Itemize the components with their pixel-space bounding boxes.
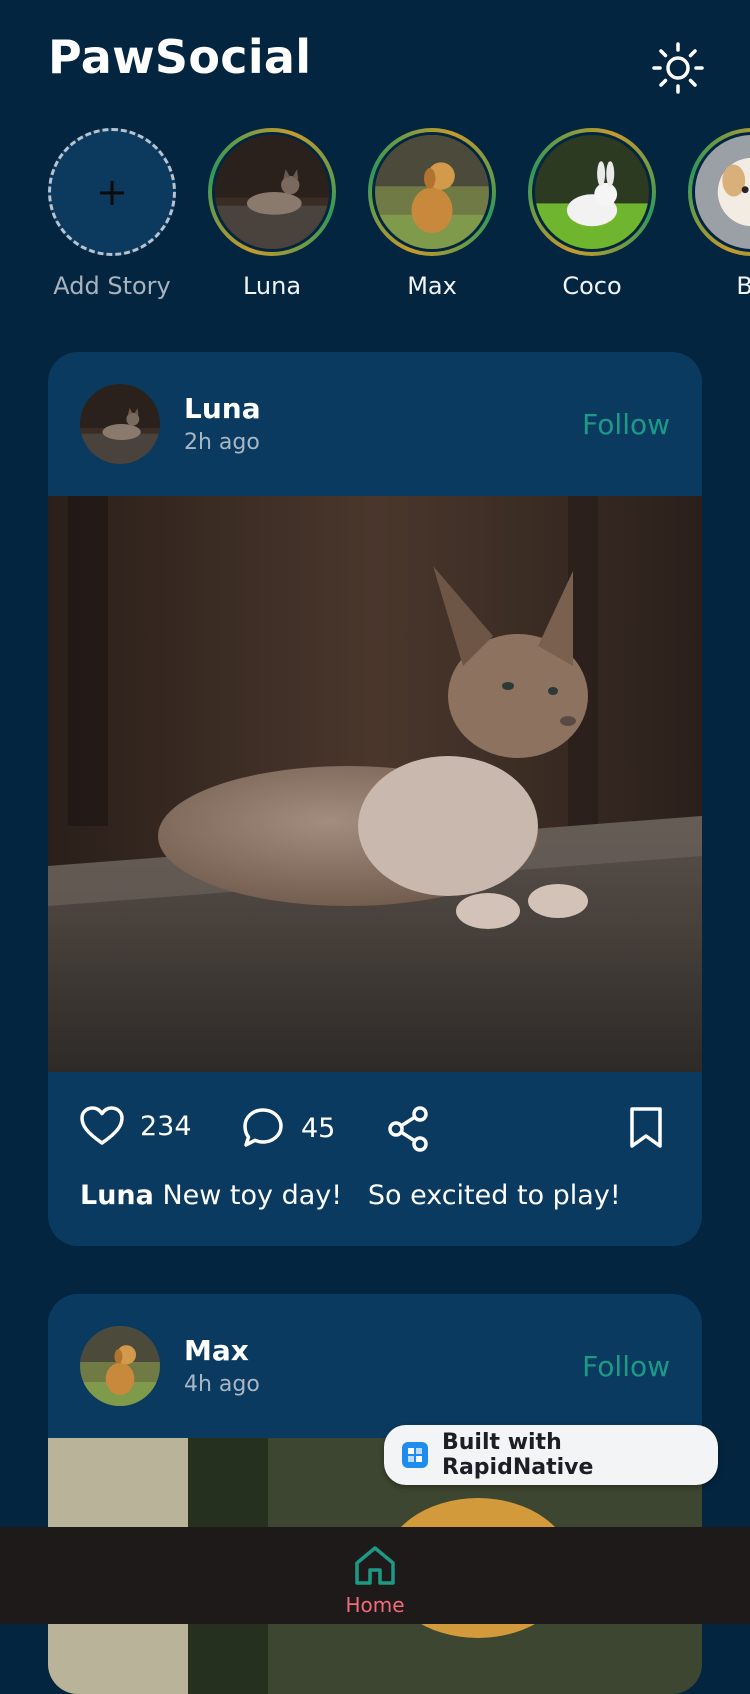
post-author[interactable]: Max [184,1334,249,1367]
story-label: Luna [242,272,302,300]
story-coco[interactable]: Coco [528,128,656,300]
bottom-nav: Home [0,1527,750,1624]
nav-home[interactable]: Home [0,1543,750,1617]
story-ring [368,128,496,256]
add-story-circle[interactable]: + [48,128,176,256]
post-card: Max 4h ago Follow [48,1294,702,1694]
story-label: Be [736,272,750,300]
post-image[interactable] [48,496,702,1072]
story-ring [528,128,656,256]
theme-toggle-button[interactable] [650,40,706,96]
story-label: Coco [562,272,622,300]
nav-home-label: Home [345,1593,405,1617]
post-card: Luna 2h ago Follow 234 45 Luna New toy d… [48,352,702,1246]
add-story-label: Add Story [53,272,171,300]
avatar[interactable] [80,384,160,464]
like-count: 234 [140,1110,192,1142]
story-avatar-coco [535,135,649,249]
avatar[interactable] [80,1326,160,1406]
post-header: Luna 2h ago Follow [48,352,702,496]
story-max[interactable]: Max [368,128,496,300]
bookmark-button[interactable] [628,1106,664,1150]
plus-icon: + [96,170,128,214]
follow-button[interactable]: Follow [582,1350,670,1383]
story-be[interactable]: Be [688,128,750,300]
add-story-button[interactable]: + Add Story [48,128,176,300]
stories-row: + Add Story Luna Max Coco B [0,128,750,308]
rapidnative-logo-icon [402,1442,428,1468]
story-ring [208,128,336,256]
comment-button[interactable]: 45 [241,1106,335,1150]
bookmark-icon [630,1107,662,1148]
story-avatar-max [375,135,489,249]
post-time: 2h ago [184,430,260,455]
caption-text: New toy day! So excited to play! [153,1180,621,1211]
comment-count: 45 [301,1112,336,1144]
sun-icon [652,42,704,94]
story-label: Max [407,272,457,300]
share-icon [388,1106,428,1152]
post-author[interactable]: Luna [184,392,261,425]
story-avatar-be [695,135,750,249]
post-caption: Luna New toy day! So excited to play! [80,1180,621,1211]
post-time: 4h ago [184,1372,260,1397]
post-header: Max 4h ago Follow [48,1294,702,1438]
built-with-badge[interactable]: Built with RapidNative [384,1425,718,1485]
share-button[interactable] [386,1106,430,1152]
caption-author[interactable]: Luna [80,1180,154,1211]
app-title: PawSocial [48,30,312,84]
story-ring [688,128,750,256]
heart-icon [80,1106,124,1145]
home-icon [355,1546,395,1585]
post-actions: 234 45 Luna New toy day! So excited to p… [48,1072,702,1211]
comment-icon [243,1108,283,1147]
story-luna[interactable]: Luna [208,128,336,300]
badge-label: Built with RapidNative [442,1430,594,1480]
like-button[interactable]: 234 [80,1106,192,1146]
story-avatar-luna [215,135,329,249]
follow-button[interactable]: Follow [582,408,670,441]
